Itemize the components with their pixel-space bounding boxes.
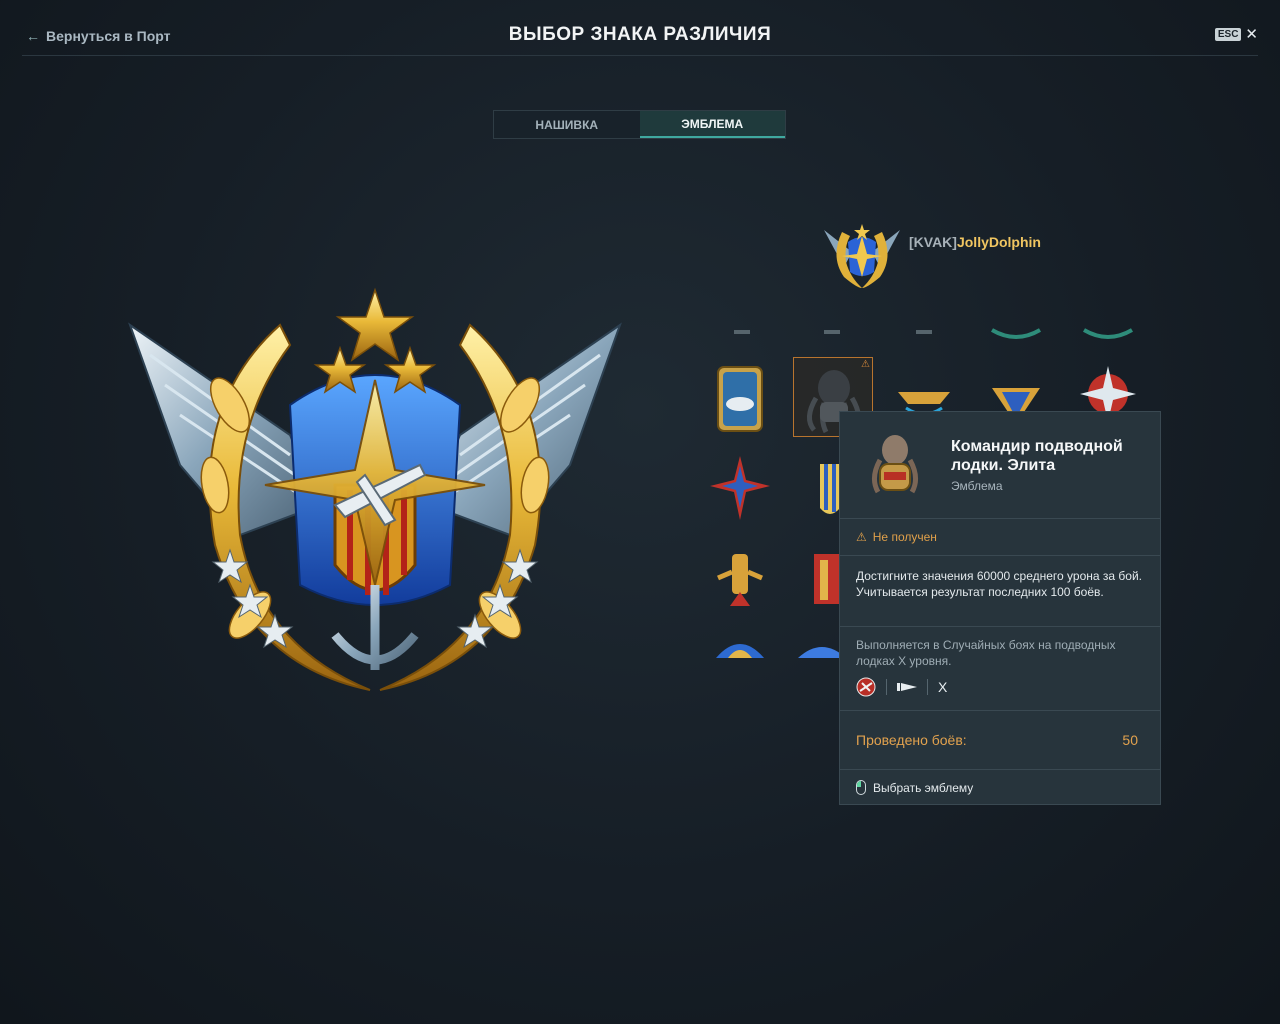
close-icon: ✕: [1245, 26, 1258, 43]
hint-text: Выбрать эмблему: [873, 780, 974, 795]
tab-emblem[interactable]: ЭМБЛЕМА: [639, 111, 785, 138]
emblem-slot[interactable]: [708, 630, 772, 664]
tooltip-subtitle: Эмблема: [951, 479, 1003, 493]
warning-icon: ⚠: [856, 530, 867, 544]
selected-emblem-preview: [128, 287, 622, 691]
condition-icons: X: [856, 677, 1144, 697]
emblem-slot[interactable]: [984, 318, 1048, 340]
tooltip-title: Командир подводной лодки. Элита: [951, 438, 1123, 474]
status-text: Не получен: [872, 530, 937, 544]
separator: [886, 679, 887, 695]
esc-key-badge: ESC: [1214, 27, 1242, 41]
emblem-slot[interactable]: [892, 318, 956, 340]
tab-patch[interactable]: НАШИВКА: [494, 111, 640, 138]
player-nickname: JollyDolphin: [956, 234, 1041, 250]
close-button[interactable]: ESC ✕: [1214, 25, 1258, 43]
emblem-slot[interactable]: [708, 542, 772, 616]
tooltip-header: Командир подводной лодки. Элита Эмблема: [840, 412, 1160, 519]
separator: [927, 679, 928, 695]
emblem-tooltip: Командир подводной лодки. Элита Эмблема …: [839, 411, 1161, 805]
warning-icon: ⚠: [861, 359, 870, 370]
tooltip-description: Достигните значения 60000 среднего урона…: [840, 556, 1160, 627]
emblem-slot[interactable]: [708, 452, 772, 526]
header-divider: [22, 55, 1258, 56]
submarine-commander-emblem: [872, 435, 918, 494]
tier-label: X: [938, 679, 948, 695]
nation-flag-icon: [856, 677, 876, 697]
select-emblem-hint: Выбрать эмблему: [840, 770, 1160, 805]
progress-value: 50: [1122, 732, 1138, 748]
mouse-left-click-icon: [856, 780, 866, 795]
emblem-slot[interactable]: [800, 318, 864, 340]
emblem-slot[interactable]: [710, 318, 774, 340]
condition-text: Выполняется в Случайных боях на подводны…: [856, 638, 1116, 668]
progress-row: Проведено боёв: 50: [840, 711, 1160, 770]
submarine-class-icon: [897, 683, 917, 691]
player-name: [KVAK]JollyDolphin: [909, 234, 1041, 250]
player-emblem: [824, 224, 900, 288]
clan-tag: [KVAK]: [909, 234, 957, 250]
status-row: ⚠ Не получен: [840, 519, 1160, 556]
page-title: ВЫБОР ЗНАКА РАЗЛИЧИЯ: [508, 24, 772, 45]
progress-label: Проведено боёв:: [856, 732, 967, 748]
tab-bar: НАШИВКА ЭМБЛЕМА: [493, 110, 786, 139]
emblem-slot-submarine[interactable]: [710, 362, 774, 436]
emblem-slot[interactable]: [1076, 318, 1140, 340]
emblem-selection-screen: ← Вернуться в Порт ВЫБОР ЗНАКА РАЗЛИЧИЯ …: [0, 0, 1280, 1024]
tooltip-conditions: Выполняется в Случайных боях на подводны…: [840, 627, 1160, 711]
